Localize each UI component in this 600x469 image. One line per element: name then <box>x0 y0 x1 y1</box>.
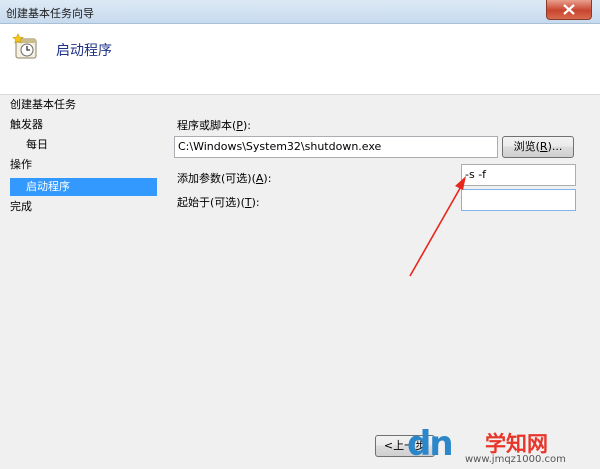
arguments-input[interactable]: -s -f <box>461 164 576 186</box>
browse-button[interactable]: 浏览(R)... <box>502 136 574 158</box>
watermark-url: www.jmqz1000.com <box>465 454 566 465</box>
window-title: 创建基本任务向导 <box>6 7 94 20</box>
watermark-logo: dn <box>407 424 454 464</box>
title-bar: 创建基本任务向导 <box>0 0 600 24</box>
nav-item-action[interactable]: 操作 <box>10 156 150 174</box>
site-watermark: dn 学知网 www.jmqz1000.com <box>395 424 600 469</box>
start-in-label: 起始于(可选)(T): <box>177 196 260 209</box>
page-title: 启动程序 <box>56 43 112 59</box>
task-scheduler-icon <box>12 33 37 59</box>
wizard-steps-nav: 创建基本任务 触发器 每日 操作 启动程序 完成 <box>0 95 160 469</box>
arguments-label: 添加参数(可选)(A): <box>177 172 272 185</box>
program-label: 程序或脚本(P): <box>177 119 251 132</box>
close-icon <box>563 4 575 15</box>
program-path-input[interactable]: C:\Windows\System32\shutdown.exe <box>174 136 498 158</box>
close-button[interactable] <box>546 0 592 20</box>
start-in-input[interactable] <box>461 189 576 211</box>
nav-item-daily[interactable]: 每日 <box>26 136 150 154</box>
nav-item-trigger[interactable]: 触发器 <box>10 116 150 134</box>
wizard-header: 启动程序 <box>0 24 600 95</box>
nav-item-create-basic-task[interactable]: 创建基本任务 <box>10 96 150 114</box>
nav-item-finish[interactable]: 完成 <box>10 198 150 216</box>
nav-item-start-program[interactable]: 启动程序 <box>10 178 157 196</box>
wizard-content: 程序或脚本(P): C:\Windows\System32\shutdown.e… <box>160 95 600 469</box>
